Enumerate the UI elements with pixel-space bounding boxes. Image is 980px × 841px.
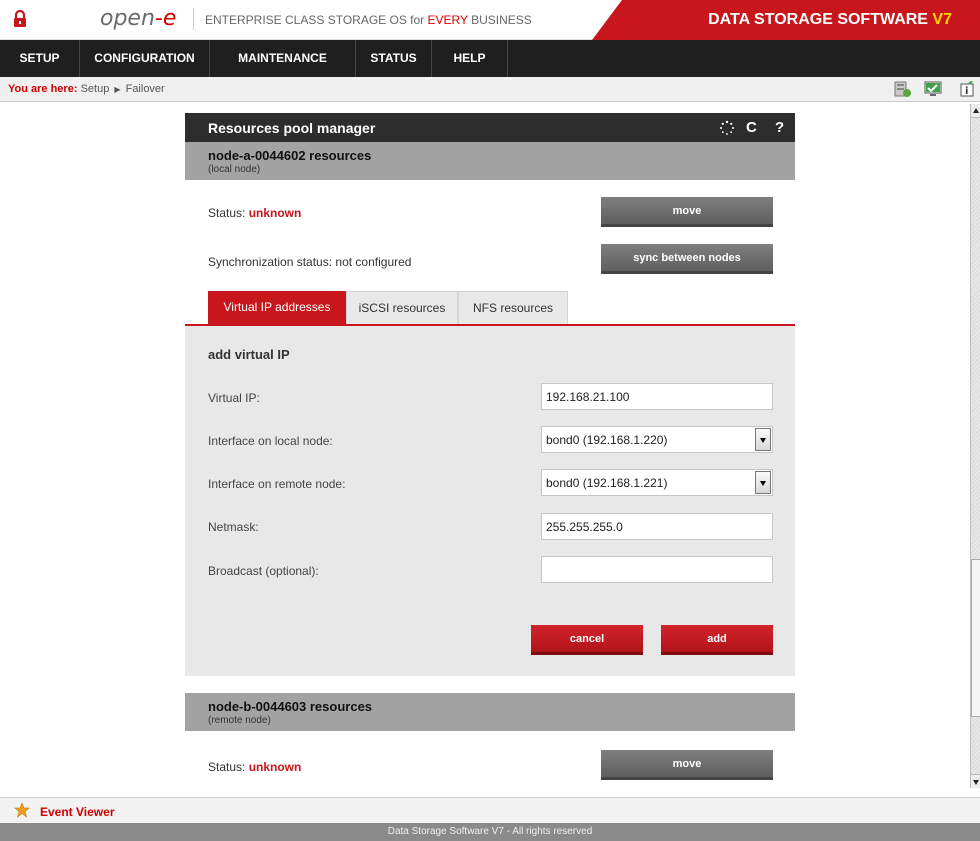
tagline-highlight: EVERY: [427, 13, 468, 27]
node-a-status-label: Status:: [208, 206, 249, 220]
monitor-check-icon[interactable]: [924, 81, 942, 98]
broadcast-label: Broadcast (optional):: [208, 564, 319, 578]
cancel-button[interactable]: cancel: [531, 625, 643, 655]
tab-nfs-resources[interactable]: NFS resources: [458, 291, 568, 324]
add-virtual-ip-form: add virtual IP Virtual IP: 192.168.21.10…: [185, 326, 795, 676]
loading-icon: [720, 120, 734, 135]
footer-bar: Event Viewer: [0, 797, 980, 823]
node-b-status-value: unknown: [248, 760, 302, 774]
netmask-label: Netmask:: [208, 520, 259, 534]
sync-between-nodes-button[interactable]: sync between nodes: [601, 244, 773, 274]
panel-header: Resources pool manager C ?: [185, 113, 795, 142]
dropdown-arrow-icon[interactable]: [755, 428, 771, 451]
lock-icon: [14, 10, 26, 27]
tagline-start: ENTERPRISE CLASS STORAGE OS for: [205, 13, 428, 27]
breadcrumb-prefix: You are here:: [8, 83, 78, 95]
scroll-thumb[interactable]: [971, 559, 980, 717]
help-icon[interactable]: ?: [775, 119, 784, 136]
sync-status-label: Synchronization status: not configured: [208, 255, 412, 269]
breadcrumb-failover[interactable]: Failover: [126, 83, 165, 95]
virtual-ip-label: Virtual IP:: [208, 391, 260, 405]
node-a-header: node-a-0044602 resources (local node): [185, 142, 795, 180]
local-interface-value: bond0 (192.168.1.220): [546, 433, 668, 447]
form-heading: add virtual IP: [208, 347, 290, 362]
header-divider: [193, 8, 194, 30]
node-b-header: node-b-0044603 resources (remote node): [185, 693, 795, 731]
vertical-scrollbar[interactable]: [970, 104, 980, 788]
star-icon: [14, 802, 30, 818]
nav-item-maintenance[interactable]: MAINTENANCE: [210, 40, 356, 77]
breadcrumb-bar: You are here: Setup ▶ Failover i: [0, 77, 980, 102]
info-icon[interactable]: i: [960, 81, 974, 98]
banner-version: V7: [932, 11, 952, 28]
node-b-status-label: Status:: [208, 760, 249, 774]
scroll-down-button[interactable]: [971, 774, 980, 788]
nav-item-configuration[interactable]: CONFIGURATION: [80, 40, 210, 77]
breadcrumb: You are here: Setup ▶ Failover: [8, 83, 165, 95]
arrow-up-icon: [973, 108, 979, 113]
remote-interface-label: Interface on remote node:: [208, 477, 346, 491]
nav-item-setup[interactable]: SETUP: [0, 40, 80, 77]
refresh-icon[interactable]: C: [746, 119, 757, 136]
svg-text:i: i: [965, 86, 968, 97]
node-a-status: Status: unknown: [208, 206, 301, 220]
tagline: ENTERPRISE CLASS STORAGE OS for EVERY BU…: [205, 13, 532, 27]
banner-text: DATA STORAGE SOFTWARE: [708, 11, 933, 28]
virtual-ip-input[interactable]: 192.168.21.100: [541, 383, 773, 410]
event-viewer-link[interactable]: Event Viewer: [40, 805, 114, 819]
tab-virtual-ip[interactable]: Virtual IP addresses: [208, 291, 346, 324]
copyright: Data Storage Software V7 - All rights re…: [0, 823, 980, 841]
remote-interface-select[interactable]: bond0 (192.168.1.221): [541, 469, 773, 496]
broadcast-input[interactable]: [541, 556, 773, 583]
dropdown-arrow-icon[interactable]: [755, 471, 771, 494]
resources-pool-panel: Resources pool manager C ? node-a-004460…: [185, 113, 795, 788]
node-a-title: node-a-0044602 resources: [208, 148, 372, 163]
node-a-move-button[interactable]: move: [601, 197, 773, 227]
banner-title: DATA STORAGE SOFTWARE V7: [708, 11, 952, 29]
server-icon[interactable]: [893, 81, 911, 98]
nav-item-status[interactable]: STATUS: [356, 40, 432, 77]
top-header: open-e ENTERPRISE CLASS STORAGE OS for E…: [0, 0, 980, 40]
tagline-end: BUSINESS: [467, 13, 532, 27]
node-b-status: Status: unknown: [208, 760, 301, 774]
nav-item-help[interactable]: HELP: [432, 40, 508, 77]
remote-interface-value: bond0 (192.168.1.221): [546, 476, 668, 490]
panel-title: Resources pool manager: [208, 120, 376, 136]
node-a-status-value: unknown: [248, 206, 302, 220]
netmask-input[interactable]: 255.255.255.0: [541, 513, 773, 540]
local-interface-select[interactable]: bond0 (192.168.1.220): [541, 426, 773, 453]
node-b-move-button[interactable]: move: [601, 750, 773, 780]
add-button[interactable]: add: [661, 625, 773, 655]
breadcrumb-setup[interactable]: Setup: [81, 83, 110, 95]
tab-iscsi-resources[interactable]: iSCSI resources: [346, 291, 458, 324]
node-a-subtitle: (local node): [208, 164, 261, 175]
node-b-subtitle: (remote node): [208, 715, 271, 726]
scroll-up-button[interactable]: [971, 104, 980, 118]
arrow-down-icon: [973, 780, 979, 785]
breadcrumb-arrow-icon: ▶: [114, 85, 121, 94]
main-nav: SETUP CONFIGURATION MAINTENANCE STATUS H…: [0, 40, 980, 77]
brand-logo: open-e: [100, 6, 177, 31]
node-b-title: node-b-0044603 resources: [208, 699, 373, 714]
local-interface-label: Interface on local node:: [208, 434, 333, 448]
